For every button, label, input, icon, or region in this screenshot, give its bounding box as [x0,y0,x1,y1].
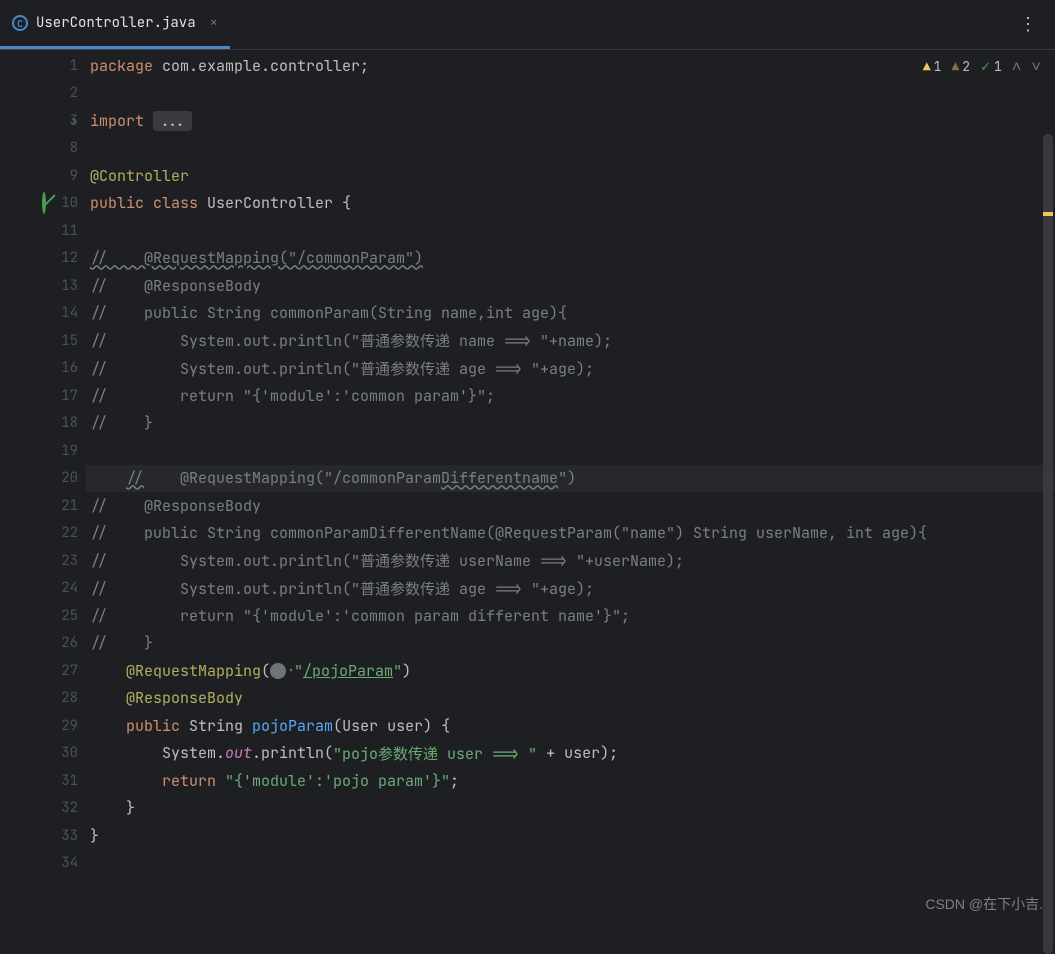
tab-usercontroller[interactable]: C UserController.java × [0,0,230,49]
line-number: 34 [46,854,78,872]
line-number: 28 [46,689,78,707]
line-number: 20 [46,469,78,487]
warning-icon: ▲ [923,58,931,75]
weak-warning-count: 2 [962,58,970,75]
line-number: 2 [46,84,78,102]
line-number: 24 [46,579,78,597]
prev-highlight-icon[interactable]: ˄ [1012,56,1022,77]
gutter: 1 2 3› 8 9 10 11 12 13 14 15 16 17 18 19… [0,50,86,924]
warning-marker[interactable] [1043,212,1053,216]
inspection-widget[interactable]: ▲1 ▲2 ✓1 ˄ ˅ [923,56,1041,77]
line-number: 30 [46,744,78,762]
line-number: 11 [46,222,78,240]
code-line: @ResponseBody [86,685,1055,713]
line-number: 8 [46,139,78,157]
spring-bean-icon[interactable] [42,194,60,212]
code-line: // System.out.println("普通参数传递 name ==> "… [86,327,1055,355]
web-endpoint-icon[interactable] [42,717,60,735]
line-number: 33 [46,827,78,845]
code-line [86,80,1055,108]
code-line [86,135,1055,163]
code-line: // public String commonParamDifferentNam… [86,520,1055,548]
scrollbar-thumb[interactable] [1043,134,1053,954]
line-number: 15 [46,332,78,350]
close-icon[interactable]: × [210,14,218,32]
line-number: 23 [46,552,78,570]
code-line: // System.out.println("普通参数传递 age ==> "+… [86,355,1055,383]
line-number: 31 [46,772,78,790]
warning-count: 1 [934,58,942,75]
line-number: 17 [46,387,78,405]
line-number: 12 [46,249,78,267]
code-line: // public String commonParam(String name… [86,300,1055,328]
code-line: // return "{'module':'common param diffe… [86,602,1055,630]
ok-count: 1 [994,58,1002,75]
line-number: 18 [46,414,78,432]
java-class-icon: C [12,15,28,31]
line-number: 26 [46,634,78,652]
line-number: 19 [46,442,78,460]
fold-region[interactable]: ... [153,111,192,131]
more-icon[interactable]: ⋮ [1019,13,1039,36]
code-line: } [86,822,1055,850]
next-highlight-icon[interactable]: ˅ [1031,56,1041,77]
code-area[interactable]: package com.example.controller; import .… [86,50,1055,924]
tab-label: UserController.java [36,14,196,32]
code-line: return "{'module':'pojo param'}"; [86,767,1055,795]
globe-icon[interactable] [270,663,286,679]
code-line: // System.out.println("普通参数传递 userName =… [86,547,1055,575]
line-number: 21 [46,497,78,515]
code-line: System.out.println("pojo参数传递 user ==> " … [86,740,1055,768]
fold-icon[interactable]: › [70,113,77,129]
code-line: // System.out.println("普通参数传递 age ==> "+… [86,575,1055,603]
line-number: 16 [46,359,78,377]
tab-bar: C UserController.java × ⋮ [0,0,1055,50]
scrollbar[interactable] [1041,134,1055,954]
code-line: } [86,795,1055,823]
code-line: @Controller [86,162,1055,190]
code-line: // @ResponseBody [86,272,1055,300]
code-line: @RequestMapping(▾"/pojoParam") [86,657,1055,685]
code-line: // return "{'module':'common param'}"; [86,382,1055,410]
editor: 1 2 3› 8 9 10 11 12 13 14 15 16 17 18 19… [0,50,1055,924]
watermark: CSDN @在下小吉. [925,894,1043,914]
line-number: 9 [46,167,78,185]
code-line: // @ResponseBody [86,492,1055,520]
line-number: 13 [46,277,78,295]
code-line: public class UserController { [86,190,1055,218]
line-number: 22 [46,524,78,542]
code-line [86,850,1055,878]
check-icon: ✓ [980,58,991,75]
code-line: import ... [86,107,1055,135]
code-line [86,437,1055,465]
line-number: 27 [46,662,78,680]
code-line: // @RequestMapping("/commonParam") [86,245,1055,273]
line-number: 32 [46,799,78,817]
code-line: // } [86,630,1055,658]
line-number: 1 [46,57,78,75]
code-line [86,217,1055,245]
line-number: 14 [46,304,78,322]
code-line-current: // @RequestMapping("/commonParamDifferen… [86,465,1055,493]
code-line: // } [86,410,1055,438]
weak-warning-icon: ▲ [951,58,959,75]
code-line: package com.example.controller; [86,52,1055,80]
line-number: 25 [46,607,78,625]
code-line: public String pojoParam(User user) { [86,712,1055,740]
